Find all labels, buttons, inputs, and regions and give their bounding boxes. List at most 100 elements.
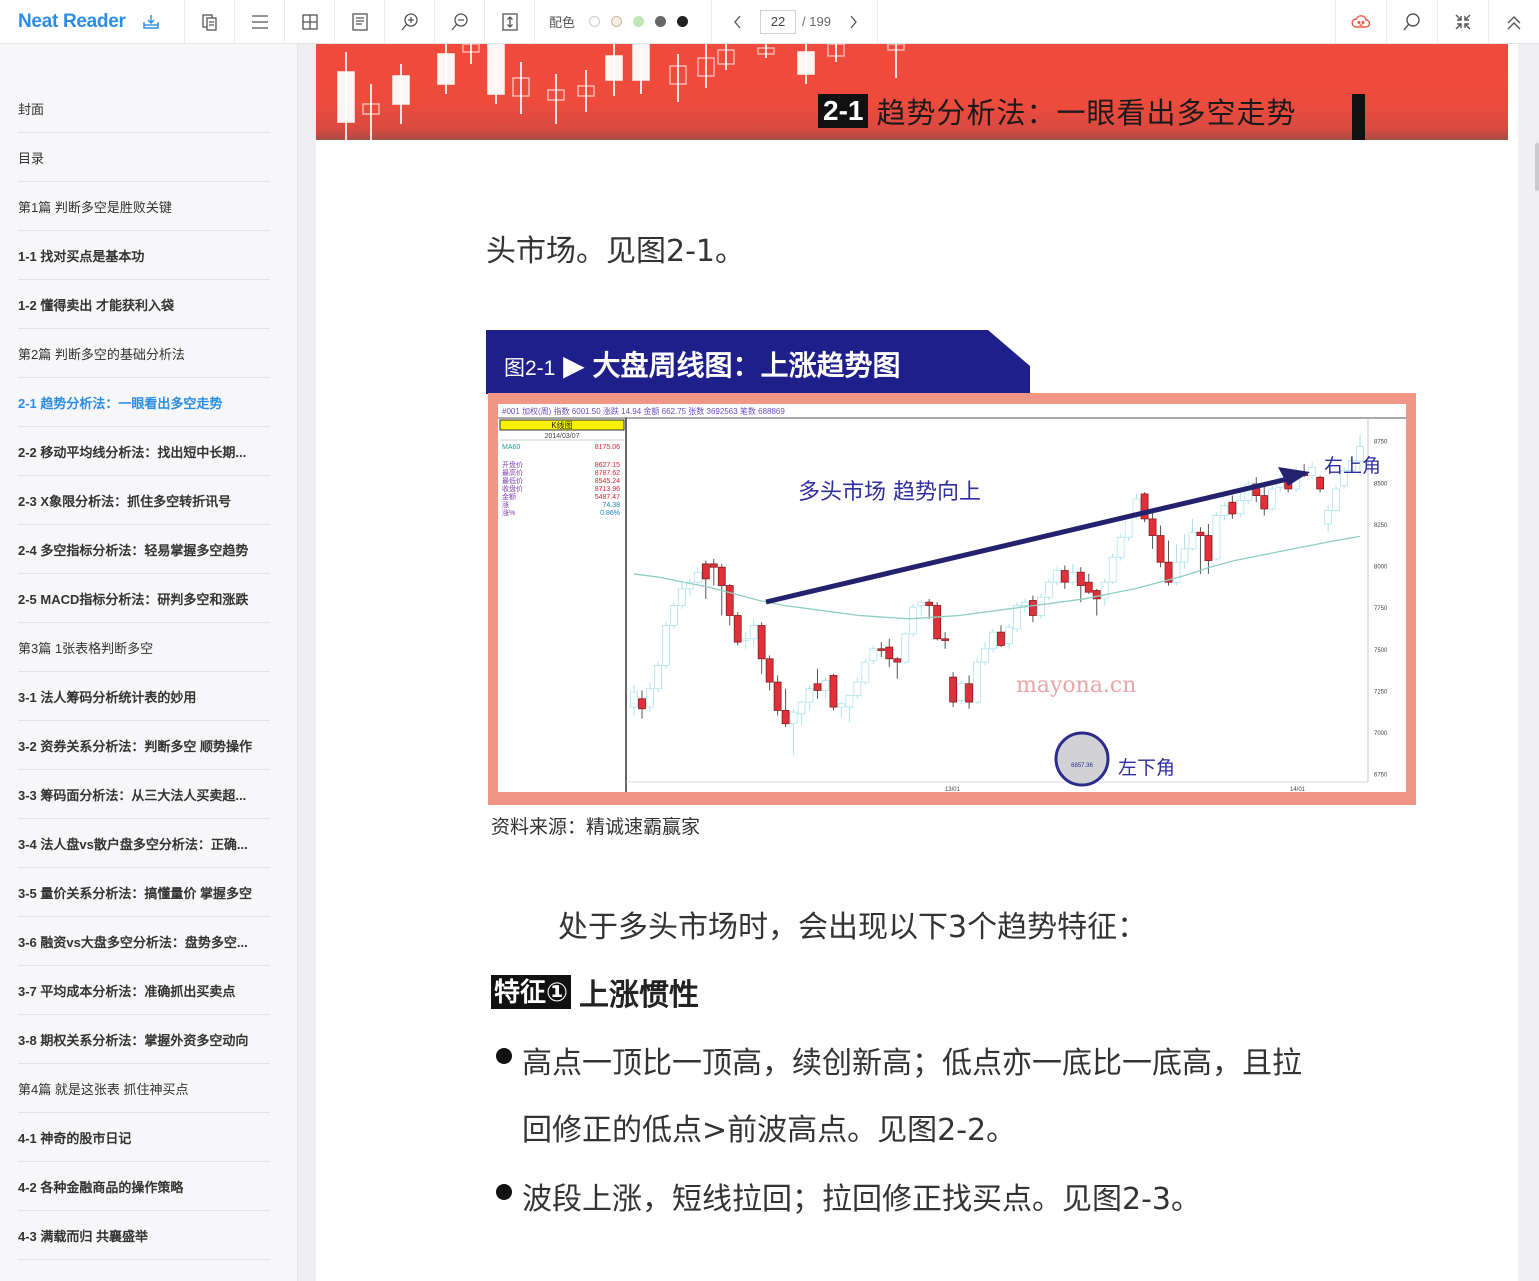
download-icon[interactable] [142,13,160,31]
candle-body [1021,601,1029,606]
next-page-button[interactable] [843,12,863,32]
chevron-right-icon [850,15,857,28]
toc-item[interactable]: 3-6 融资vs大盘多空分析法：盘势多空... [18,917,270,966]
y-tick-label: 8250 [1374,523,1388,529]
zoom-out-button[interactable] [435,0,485,43]
watermark: mayona.cn [1016,673,1136,698]
search-button[interactable] [1386,0,1437,43]
toc-item[interactable]: 2-5 MACD指标分析法：研判多空和涨跌 [18,574,270,623]
toc-item[interactable]: 3-2 资券关系分析法：判断多空 顺势操作 [18,721,270,770]
x-tick-label: 14/01 [1290,787,1306,792]
info-panel-value: 74.38 [602,502,620,509]
swatch-black[interactable] [676,16,688,27]
candle-body [1060,570,1069,583]
toc-item[interactable]: 封面 [18,84,270,133]
toc-item[interactable]: 3-5 量价关系分析法：搞懂量价 掌握多空 [18,868,270,917]
fullscreen-button[interactable] [1437,0,1488,43]
toc-item[interactable]: 第2篇 判断多空的基础分析法 [18,329,270,378]
toc-item-label: 4-2 各种金融商品的操作策略 [18,1179,184,1195]
toc-item[interactable]: 目录 [18,133,270,182]
banner-candle-body [392,75,410,105]
toc-item[interactable]: 3-8 期权关系分析法：掌握外资多空动向 [18,1015,270,1064]
swatch-green[interactable] [632,16,644,27]
banner-candle-body [337,71,355,123]
figure-arrow: ▶ [563,350,585,381]
candle-body [885,646,894,660]
info-panel-ma-value: 8175.06 [595,444,620,451]
x-tick-label: 13/01 [945,787,961,792]
toc-item-label: 3-4 法人盘vs散户盘多空分析法：正确... [18,836,248,852]
candle-body [933,605,942,640]
toc-item-label: 2-5 MACD指标分析法：研判多空和涨跌 [18,591,249,607]
candle-body [981,648,989,663]
color-scheme: 配色 [535,0,713,43]
banner-candle-body [437,53,455,85]
figure-title: 图2-1 ▶ 大盘周线图：上涨趋势图 [504,344,900,384]
y-tick-label: 7000 [1374,731,1388,737]
toc-item-label: 1-2 懂得卖出 才能获利入袋 [18,297,175,313]
info-panel-label: 最低价 [502,476,523,485]
chapter-number: 2-1 [818,94,869,128]
toc-item-label: 1-1 找对买点是基本功 [18,248,145,264]
toc-item[interactable]: 第1篇 判断多空是胜败关键 [18,182,270,231]
dual-page-button[interactable] [185,0,235,43]
fit-height-button[interactable] [485,0,535,43]
toc-item[interactable]: 2-2 移动平均线分析法：找出短中长期... [18,427,270,476]
candle-body [1188,531,1197,550]
candle-body [1196,531,1205,536]
scrollbar-track[interactable] [1518,44,1539,1281]
feature-heading: 特征① 上涨惯性 [491,970,699,1014]
candle-body [638,698,646,710]
candle-body [957,683,965,701]
toc-item[interactable]: 2-3 X象限分析法：抓住多空转折讯号 [18,476,270,525]
menu-icon [251,14,268,29]
candle-body [941,638,950,641]
color-scheme-label: 配色 [549,15,576,30]
candle-body [869,648,878,661]
grid-view-button[interactable] [285,0,335,43]
candle-body [1316,476,1325,490]
toc-item[interactable]: 3-4 法人盘vs散户盘多空分析法：正确... [18,819,270,868]
toc-button[interactable] [235,0,285,43]
toc-item[interactable]: 1-1 找对买点是基本功 [18,231,270,280]
swatch-white[interactable] [588,16,600,27]
toc-item-active[interactable]: 2-1 趋势分析法：一眼看出多空走势 [18,378,270,427]
banner-candle-body [632,44,650,81]
candle-body [781,709,790,725]
zoom-in-icon [400,12,418,30]
candle-body [741,638,750,641]
toc-item-label: 2-4 多空指标分析法：轻易掌握多空趋势 [18,542,249,558]
notes-button[interactable] [335,0,385,43]
prev-page-button[interactable] [728,12,748,32]
collapse-toolbar-button[interactable] [1488,0,1539,43]
swatch-sepia[interactable] [610,16,622,27]
toc-item[interactable]: 4-2 各种金融商品的操作策略 [18,1162,270,1211]
chapter-title: 趋势分析法：一眼看出多空走势 [876,98,1297,130]
toc-item[interactable]: 3-1 法人筹码分析统计表的妙用 [18,672,270,721]
zoom-in-button[interactable] [385,0,435,43]
cloud-sync-button[interactable] [1335,0,1386,43]
banner-bar [1352,94,1365,140]
toc-item[interactable]: 第4篇 就是这张表 抓住神买点 [18,1064,270,1113]
scrollbar-thumb[interactable] [1535,143,1539,191]
toc-item[interactable]: 3-7 平均成本分析法：准确抓出买卖点 [18,966,270,1015]
candle-body [693,571,702,583]
info-panel-label: 开盘价 [502,460,523,469]
candle-body [813,683,822,691]
toc-item[interactable]: 4-3 满载而归 共襄盛举 [18,1211,270,1260]
info-panel-value: 8787.62 [595,470,620,477]
candle-body [989,631,997,650]
table-of-contents: 封面 目录 第1篇 判断多空是胜败关键 1-1 找对买点是基本功 1-2 懂得卖出 才能… [0,44,298,1281]
toc-item[interactable]: 第3篇 1张表格判断多空 [18,623,270,672]
y-tick-label: 6750 [1374,773,1388,779]
toc-item[interactable]: 2-4 多空指标分析法：轻易掌握多空趋势 [18,525,270,574]
paragraph: 头市场。见图2-1。 [486,234,745,269]
y-tick-label: 7250 [1374,689,1388,695]
swatch-gray[interactable] [654,16,666,27]
page-number-input[interactable] [760,9,797,34]
toc-item[interactable]: 4-1 神奇的股市日记 [18,1113,270,1162]
toc-item[interactable]: 1-2 懂得卖出 才能获利入袋 [18,280,270,329]
top-right-label: 右上角 [1324,455,1381,477]
toc-item[interactable]: 3-3 筹码面分析法：从三大法人买卖超... [18,770,270,819]
candle-body [789,711,798,725]
